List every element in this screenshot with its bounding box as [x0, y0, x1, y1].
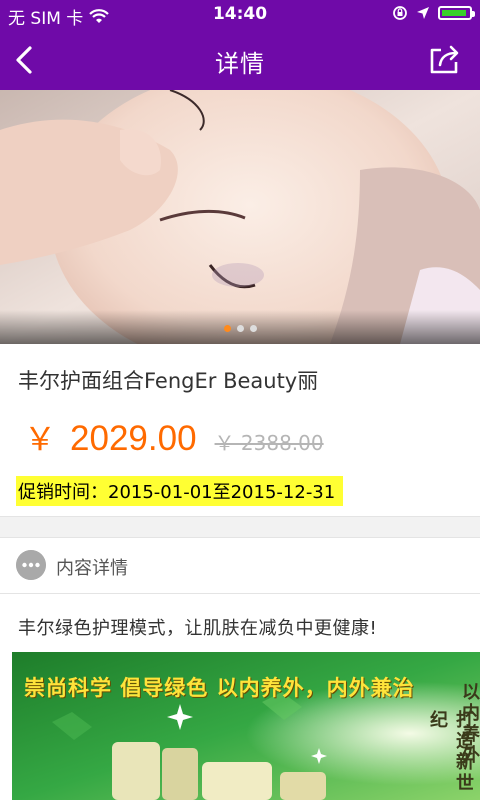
nav-bar: 详情: [0, 30, 480, 90]
original-price: ￥ 2388.00: [214, 431, 324, 455]
sale-price: 2029.00: [70, 419, 197, 458]
section-label: 内容详情: [56, 558, 128, 579]
facial-massage-photo: [0, 90, 480, 344]
product-image-carousel[interactable]: [0, 90, 480, 344]
status-bar: 无 SIM 卡 14:40: [0, 0, 480, 30]
content-description: 丰尔绿色护理模式，让肌肤在减负中更健康!: [18, 618, 378, 639]
page-title: 详情: [215, 50, 265, 78]
more-dots-icon: [16, 550, 46, 580]
location-icon: [417, 7, 429, 19]
promo-period: 促销时间：2015-01-01至2015-12-31: [16, 476, 344, 506]
rotation-lock-icon: [393, 6, 407, 20]
carousel-dots: [0, 325, 480, 332]
banner-vertical-text-2: 以内养外: [459, 682, 480, 766]
banner-headline: 崇尚科学 倡导绿色 以内养外，内外兼治: [24, 675, 415, 700]
carousel-dot[interactable]: [249, 325, 257, 332]
section-divider: [0, 516, 480, 538]
price-row: ￥ 2029.00 ￥ 2388.00: [24, 414, 324, 460]
carousel-dot[interactable]: [223, 325, 231, 332]
product-banner-image: 崇尚科学 倡导绿色 以内养外，内外兼治 打造新世纪 以内养外: [12, 652, 480, 800]
carousel-dot[interactable]: [236, 325, 244, 332]
status-right: [392, 5, 475, 21]
currency-symbol: ￥: [24, 420, 57, 458]
product-title: 丰尔护面组合FengEr Beauty丽: [18, 369, 319, 393]
share-icon[interactable]: [426, 42, 464, 78]
battery-icon: [438, 6, 475, 20]
content-details-header: 内容详情: [0, 537, 480, 594]
